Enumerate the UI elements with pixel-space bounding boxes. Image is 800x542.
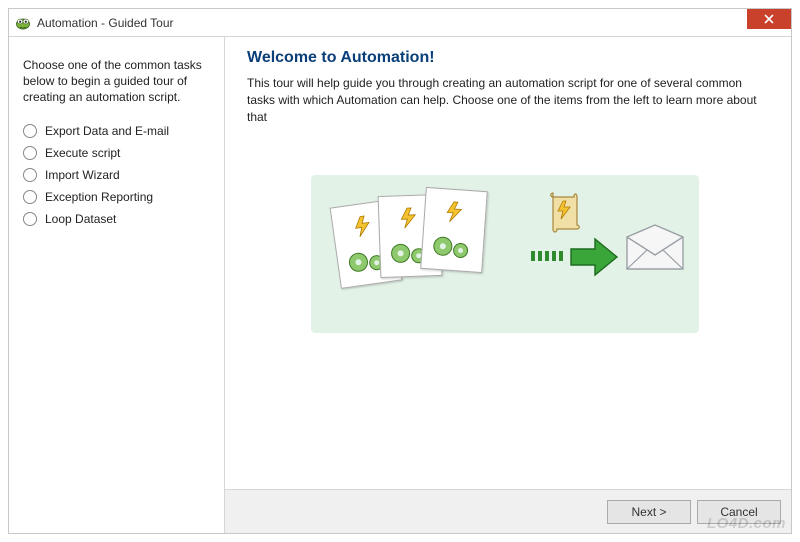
option-import-wizard[interactable]: Import Wizard [23,168,210,182]
envelope-icon [623,223,687,275]
app-icon [15,15,31,31]
option-label: Exception Reporting [45,190,153,204]
sidebar: Choose one of the common tasks below to … [9,37,225,533]
dialog-body: Choose one of the common tasks below to … [9,37,791,533]
dashed-arrow-icon [531,243,565,269]
option-execute-script[interactable]: Execute script [23,146,210,160]
page-description: This tour will help guide you through cr… [247,75,773,125]
option-loop-dataset[interactable]: Loop Dataset [23,212,210,226]
dialog-footer: Next > Cancel [225,489,791,533]
radio-icon [23,190,37,204]
radio-icon [23,212,37,226]
option-export-data-email[interactable]: Export Data and E-mail [23,124,210,138]
radio-icon [23,168,37,182]
radio-icon [23,146,37,160]
page-title: Welcome to Automation! [247,49,773,67]
window-title: Automation - Guided Tour [37,16,174,30]
cancel-button[interactable]: Cancel [697,500,781,524]
window: Automation - Guided Tour Choose one of t… [8,8,792,534]
close-icon [764,14,774,24]
illustration [311,175,699,333]
option-label: Execute script [45,146,120,160]
option-label: Loop Dataset [45,212,116,226]
sidebar-description: Choose one of the common tasks below to … [23,57,210,106]
option-exception-reporting[interactable]: Exception Reporting [23,190,210,204]
option-label: Export Data and E-mail [45,124,169,138]
arrow-right-icon [569,235,619,279]
main-panel: Welcome to Automation! This tour will he… [225,37,791,533]
script-scroll-icon [547,189,583,237]
radio-icon [23,124,37,138]
titlebar: Automation - Guided Tour [9,9,791,37]
option-label: Import Wizard [45,168,120,182]
close-button[interactable] [747,9,791,29]
next-button[interactable]: Next > [607,500,691,524]
